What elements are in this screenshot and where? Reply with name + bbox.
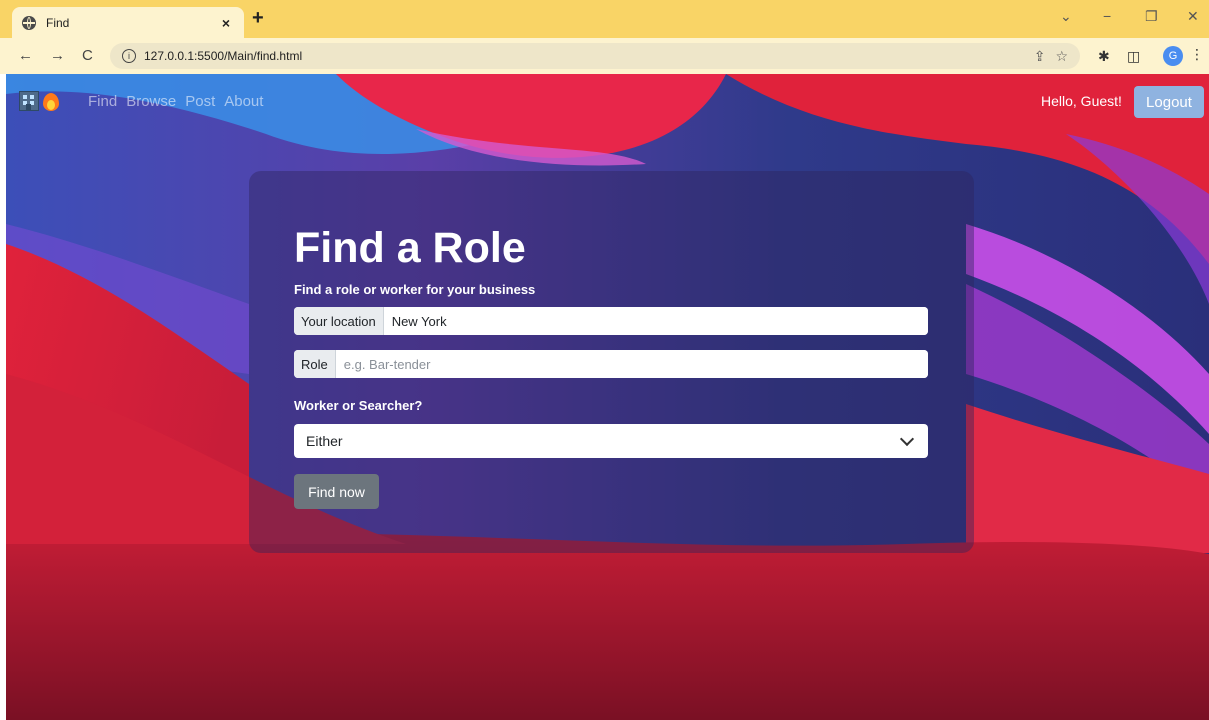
browser-tab-bar: Find × + ⌄ − ❐ ✕ bbox=[0, 0, 1209, 38]
nav-link-browse[interactable]: Browse bbox=[126, 93, 176, 110]
nav-links: Find Browse Post About bbox=[88, 93, 263, 110]
url-text[interactable]: 127.0.0.1:5500/Main/find.html bbox=[144, 49, 1024, 63]
site-navbar: Find Browse Post About Hello, Guest! Log… bbox=[6, 74, 1209, 130]
profile-avatar[interactable]: G bbox=[1163, 46, 1183, 66]
role-label: Role bbox=[294, 350, 336, 378]
new-tab-icon[interactable]: + bbox=[252, 8, 264, 28]
browser-toolbar: ← → C i 127.0.0.1:5500/Main/find.html ⇪ … bbox=[0, 38, 1209, 74]
location-label: Your location bbox=[294, 307, 384, 335]
location-input-group: Your location bbox=[294, 307, 928, 335]
chevron-down-icon bbox=[899, 431, 915, 447]
building-icon bbox=[19, 91, 39, 111]
tab-search-icon[interactable]: ⌄ bbox=[1060, 8, 1072, 25]
page-viewport: Find Browse Post About Hello, Guest! Log… bbox=[6, 74, 1209, 720]
restore-icon[interactable]: ❐ bbox=[1145, 8, 1158, 25]
logout-button[interactable]: Logout bbox=[1134, 86, 1204, 118]
tab-title: Find bbox=[46, 15, 70, 30]
side-panel-icon[interactable]: ◫ bbox=[1127, 48, 1140, 65]
select-value: Either bbox=[306, 433, 343, 449]
globe-icon bbox=[22, 15, 36, 30]
role-input[interactable] bbox=[335, 350, 928, 378]
browser-menu-icon[interactable]: ⋮ bbox=[1190, 46, 1204, 63]
nav-link-about[interactable]: About bbox=[224, 93, 263, 110]
fire-icon bbox=[43, 91, 59, 111]
site-info-icon[interactable]: i bbox=[122, 49, 136, 63]
extensions-icon[interactable]: ✱ bbox=[1098, 48, 1110, 65]
user-greeting: Hello, Guest! bbox=[1041, 93, 1122, 109]
role-input-group: Role bbox=[294, 350, 928, 378]
find-role-card: Find a Role Find a role or worker for yo… bbox=[249, 171, 974, 553]
minimize-icon[interactable]: − bbox=[1103, 8, 1111, 24]
browser-tab-find[interactable]: Find × bbox=[12, 7, 244, 38]
window-close-icon[interactable]: ✕ bbox=[1187, 8, 1199, 25]
find-now-button[interactable]: Find now bbox=[294, 474, 379, 509]
nav-link-post[interactable]: Post bbox=[185, 93, 215, 110]
tab-close-icon[interactable]: × bbox=[218, 15, 234, 31]
share-icon[interactable]: ⇪ bbox=[1034, 48, 1046, 65]
back-icon[interactable]: ← bbox=[18, 47, 33, 64]
bookmark-star-icon[interactable]: ☆ bbox=[1055, 48, 1068, 65]
type-label: Worker or Searcher? bbox=[294, 398, 423, 413]
location-input[interactable] bbox=[383, 307, 928, 335]
page-subtitle: Find a role or worker for your business bbox=[294, 282, 536, 297]
site-logo[interactable] bbox=[19, 91, 59, 111]
nav-link-find[interactable]: Find bbox=[88, 93, 117, 110]
address-bar[interactable]: i 127.0.0.1:5500/Main/find.html ⇪ ☆ bbox=[110, 43, 1080, 69]
worker-searcher-select[interactable]: Either bbox=[294, 424, 928, 458]
forward-icon[interactable]: → bbox=[50, 47, 65, 64]
page-title: Find a Role bbox=[294, 224, 526, 272]
reload-icon[interactable]: C bbox=[82, 47, 93, 64]
